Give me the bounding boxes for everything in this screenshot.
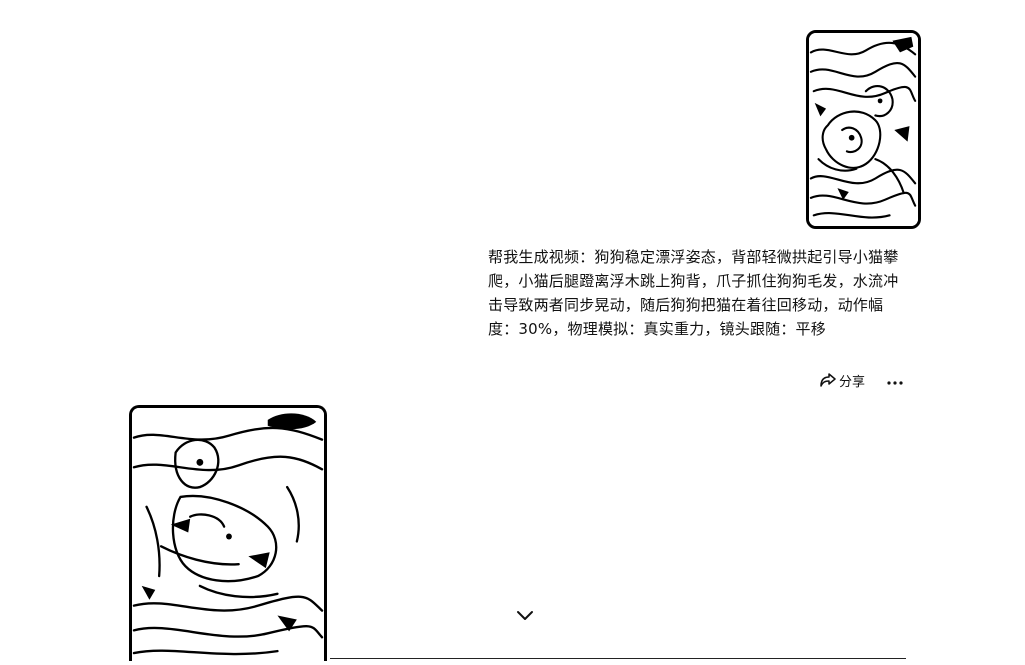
input-area-divider [330, 658, 906, 659]
share-label: 分享 [839, 374, 866, 390]
more-options-button[interactable] [887, 373, 903, 388]
ellipsis-icon [887, 373, 903, 388]
generated-video-preview[interactable] [129, 405, 327, 661]
share-button[interactable]: 分享 [820, 371, 865, 390]
chevron-down-icon [514, 611, 536, 627]
chat-conversation-view: 帮我生成视频：狗狗稳定漂浮姿态，背部轻微拱起引导小猫攀爬，小猫后腿蹬离浮木跳上狗… [0, 0, 1025, 665]
share-arrow-icon [820, 373, 836, 387]
scroll-down-button[interactable] [514, 606, 536, 624]
user-prompt-text: 帮我生成视频：狗狗稳定漂浮姿态，背部轻微拱起引导小猫攀爬，小猫后腿蹬离浮木跳上狗… [488, 248, 899, 338]
sketch-drawing [809, 33, 918, 226]
message-actions: 分享 [820, 369, 903, 391]
user-uploaded-image[interactable] [806, 30, 921, 229]
sketch-drawing [132, 408, 324, 661]
